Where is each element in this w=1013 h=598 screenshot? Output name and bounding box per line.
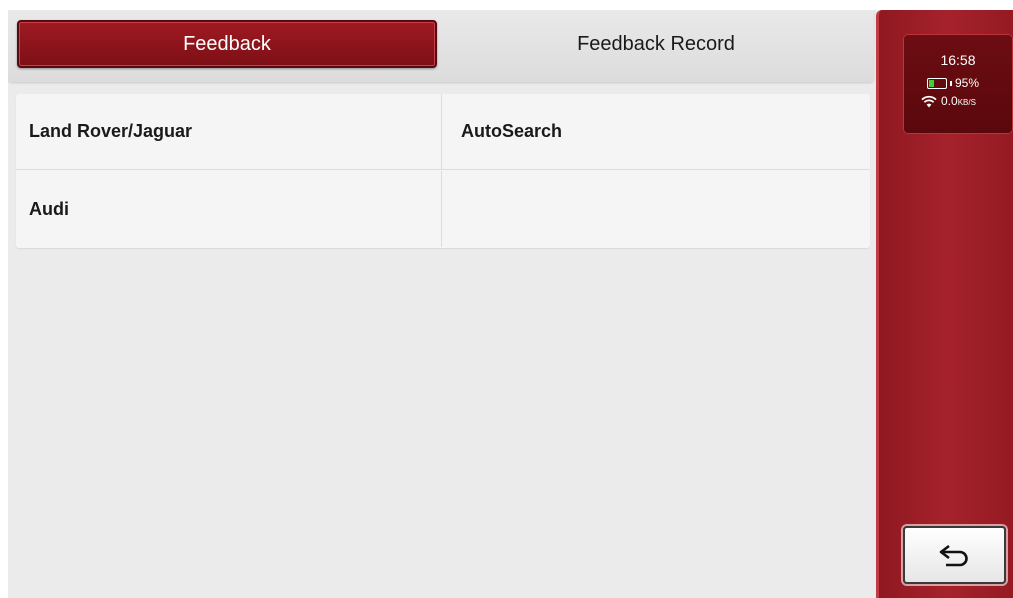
app-screen: Feedback Feedback Record Land Rover/Jagu…: [8, 10, 1013, 598]
battery-status: 95%: [927, 76, 979, 90]
list-item-label: Land Rover/Jaguar: [29, 121, 193, 141]
sidebar: 16:58 95% 0.0 KB/S: [876, 10, 1013, 598]
tab-feedback-label: Feedback: [183, 32, 271, 55]
list-item-label: Audi: [29, 198, 69, 219]
back-button[interactable]: [903, 526, 1006, 584]
tab-feedback[interactable]: Feedback: [17, 20, 437, 68]
tab-feedback-record-label: Feedback Record: [577, 32, 735, 55]
wifi-icon: [921, 95, 937, 107]
back-arrow-icon: [939, 544, 968, 567]
network-speed-unit: KB/S: [957, 97, 976, 107]
network-speed: 0.0: [941, 94, 958, 108]
vehicle-list: Land Rover/Jaguar AutoSearch Audi: [16, 94, 870, 248]
battery-icon: [927, 77, 947, 89]
status-panel: 16:58 95% 0.0 KB/S: [903, 34, 1013, 134]
list-item-audi[interactable]: Audi: [16, 171, 441, 247]
list-item-label: AutoSearch: [461, 121, 563, 141]
battery-percent: 95%: [955, 76, 980, 90]
clock: 16:58: [940, 52, 976, 68]
list-item-autosearch[interactable]: AutoSearch: [441, 94, 870, 170]
tab-feedback-record[interactable]: Feedback Record: [438, 20, 874, 68]
list-item-land-rover-jaguar[interactable]: Land Rover/Jaguar: [16, 94, 441, 170]
list-item-empty: [441, 171, 870, 247]
network-status: 0.0 KB/S: [921, 94, 976, 108]
tab-bar: Feedback Feedback Record: [8, 10, 874, 82]
